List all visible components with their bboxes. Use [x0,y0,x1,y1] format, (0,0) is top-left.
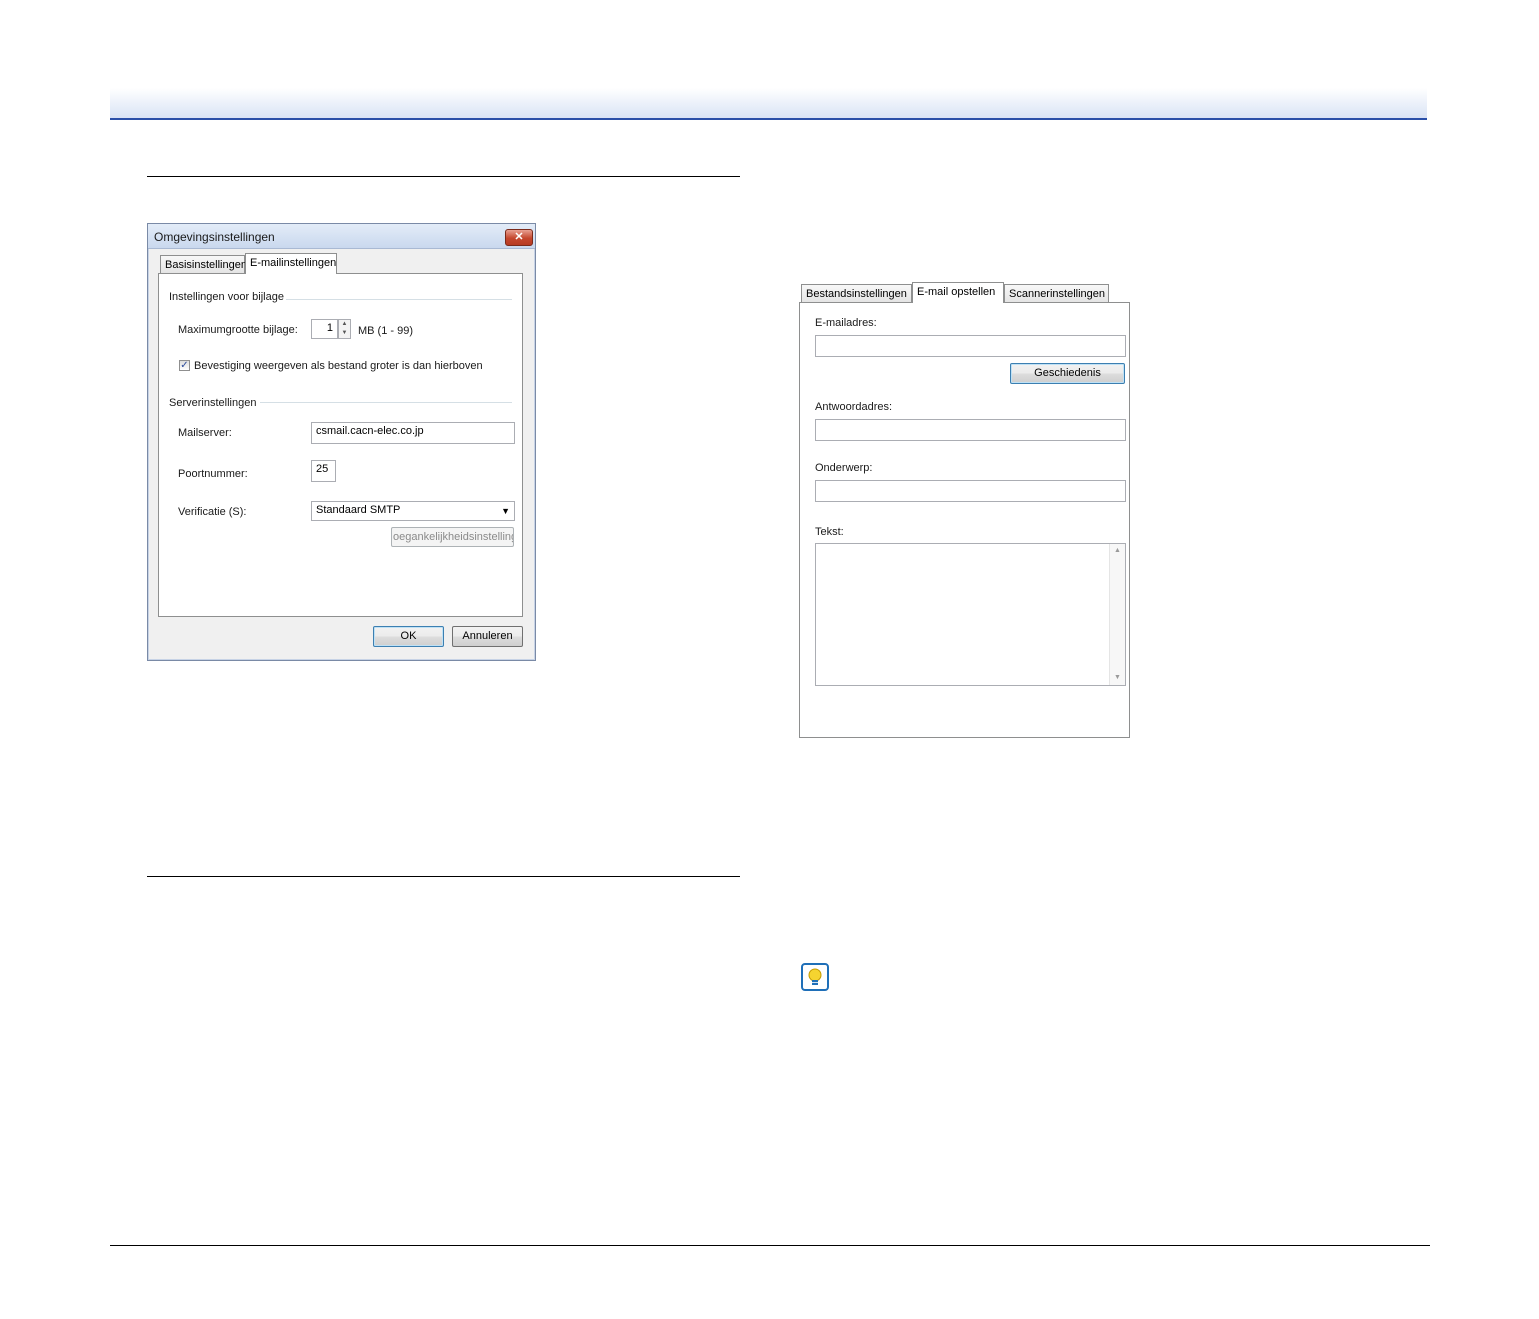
group-divider [260,402,512,403]
confirm-checkbox-label: Bevestiging weergeven als bestand groter… [194,360,483,372]
security-settings-button[interactable]: oegankelijkheidsinstellinge [391,527,514,547]
tab-panel-email: Instellingen voor bijlage Maximumgrootte… [158,273,523,617]
confirm-checkbox[interactable]: ✓ [179,360,190,371]
body-textarea[interactable]: ▲ ▼ [815,543,1126,686]
max-size-input[interactable]: 1 [311,319,338,339]
cancel-button[interactable]: Annuleren [452,626,523,647]
verification-value: Standaard SMTP [316,504,401,516]
subject-label: Onderwerp: [815,462,873,474]
email-address-input[interactable] [815,335,1126,357]
max-size-spinner[interactable]: ▲ ▼ [338,319,351,339]
tab-email-opstellen[interactable]: E-mail opstellen [912,282,1004,303]
mailserver-label: Mailserver: [178,427,232,439]
tab-basisinstellingen[interactable]: Basisinstellingen [160,255,247,274]
port-input[interactable]: 25 [311,460,336,482]
verification-select[interactable]: Standaard SMTP ▼ [311,501,515,521]
spin-up-icon[interactable]: ▲ [339,320,350,329]
section-rule-middle [147,876,740,877]
email-address-label: E-mailadres: [815,317,877,329]
dialog-title: Omgevingsinstellingen [154,230,275,244]
section-rule-top [147,176,740,177]
dialog-title-bar: Omgevingsinstellingen ✕ [148,224,535,249]
attachment-group-title: Instellingen voor bijlage [169,291,284,303]
tab-emailinstellingen[interactable]: E-mailinstellingen [245,253,337,274]
port-label: Poortnummer: [178,468,248,480]
page-header-band [110,88,1427,120]
max-size-label: Maximumgrootte bijlage: [178,324,298,336]
reply-address-label: Antwoordadres: [815,401,893,413]
chevron-down-icon: ▼ [501,506,510,516]
tab-scannerinstellingen[interactable]: Scannerinstellingen [1004,284,1109,303]
lightbulb-icon [801,963,829,991]
tab-bestandsinstellingen[interactable]: Bestandsinstellingen [801,284,912,303]
body-label: Tekst: [815,526,844,538]
close-icon: ✕ [514,231,524,243]
environment-settings-dialog: Omgevingsinstellingen ✕ Basisinstellinge… [147,223,536,661]
server-group-title: Serverinstellingen [169,397,257,409]
reply-address-input[interactable] [815,419,1126,441]
page-footer-rule [110,1245,1430,1246]
max-size-unit: MB (1 - 99) [358,325,414,337]
history-button[interactable]: Geschiedenis [1010,363,1125,384]
spin-down-icon[interactable]: ▼ [339,329,350,338]
subject-input[interactable] [815,480,1126,502]
body-scrollbar[interactable]: ▲ ▼ [1109,544,1125,685]
mailserver-input[interactable]: csmail.cacn-elec.co.jp [311,422,515,444]
close-button[interactable]: ✕ [505,229,533,246]
scroll-down-icon[interactable]: ▼ [1110,671,1125,685]
tab-panel-email-compose: E-mailadres: Geschiedenis Antwoordadres:… [799,302,1130,738]
scroll-up-icon[interactable]: ▲ [1110,544,1125,558]
ok-button[interactable]: OK [373,626,444,647]
group-divider [286,299,512,300]
verification-label: Verificatie (S): [178,506,247,518]
